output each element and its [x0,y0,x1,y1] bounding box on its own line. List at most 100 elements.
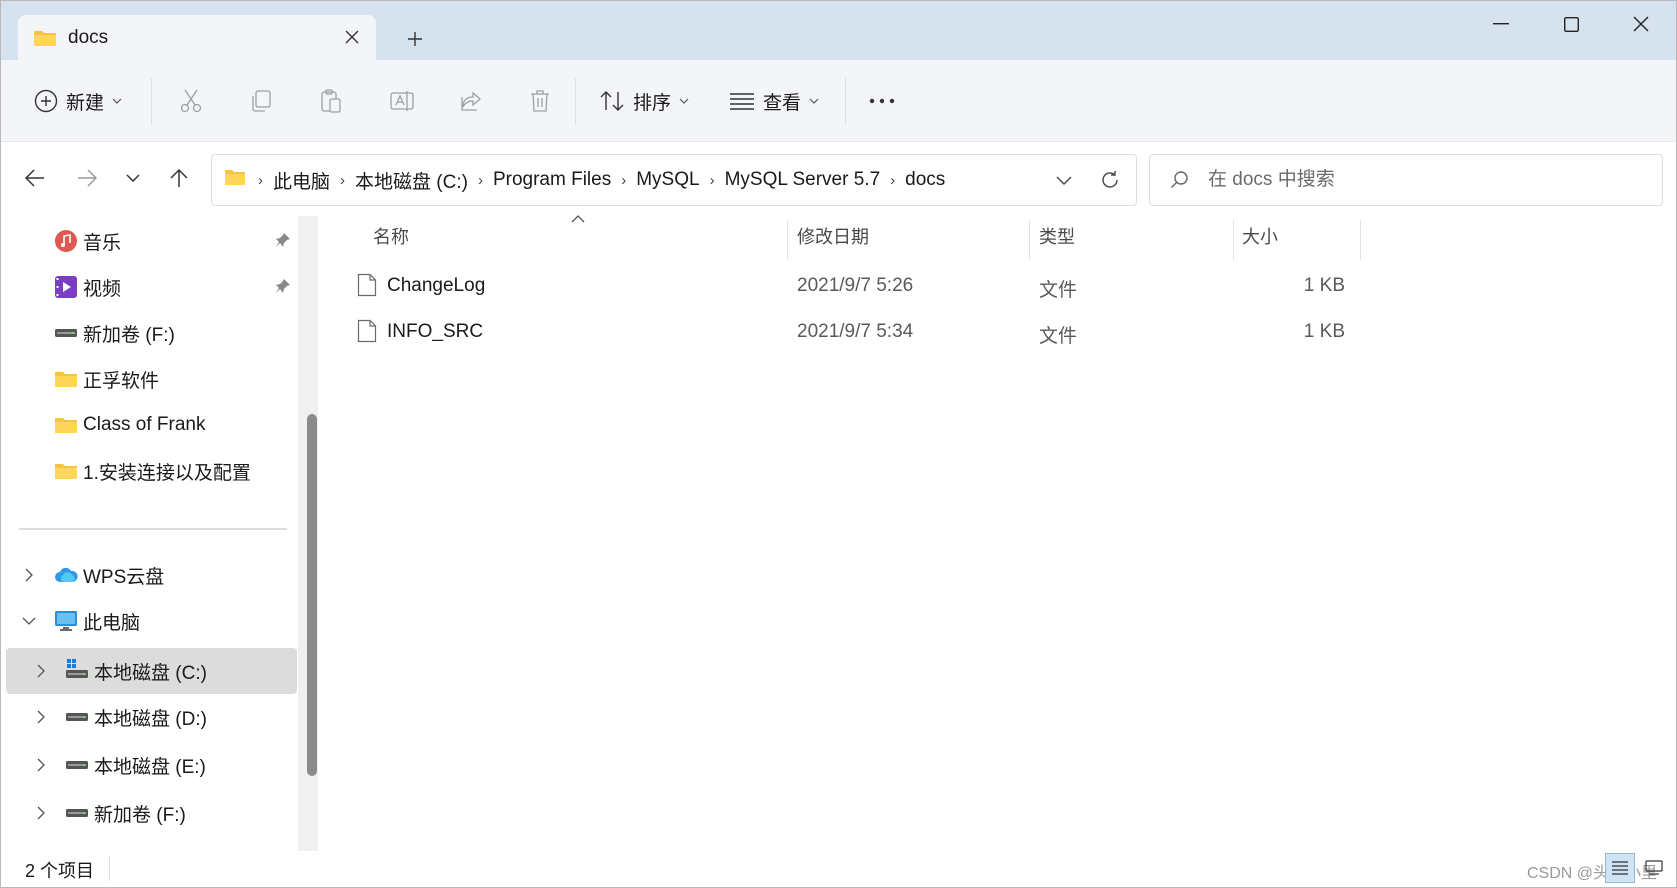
column-header-date[interactable]: 修改日期 [797,216,1017,256]
paste-button[interactable] [319,82,343,120]
sidebar-item-music[interactable]: 音乐 [1,218,297,264]
breadcrumb-chevron-icon: › [621,171,627,189]
sidebar-scrollbar-thumb[interactable] [307,414,317,776]
column-divider[interactable] [1029,220,1030,260]
folder-icon [53,458,79,484]
recent-locations-chevron-icon[interactable] [115,160,151,196]
view-button-label: 查看 [763,92,802,114]
maximize-icon[interactable] [1541,7,1601,41]
column-header-label: 类型 [1039,227,1075,247]
file-row[interactable]: INFO_SRC 2021/9/7 5:34 文件 1 KB [325,308,1355,354]
trash-icon [531,90,549,112]
sidebar-item-drive-e[interactable]: 本地磁盘 (E:) [1,742,297,788]
status-bar: 2 个项目 CSDN @头基小里 [1,851,1676,887]
share-icon [461,91,481,111]
watermark-text: CSDN @头基小里 [1527,865,1658,882]
breadcrumb-chevron-icon: › [709,171,715,189]
file-row[interactable]: ChangeLog 2021/9/7 5:26 文件 1 KB [325,262,1355,308]
column-divider[interactable] [1233,220,1234,260]
search-box[interactable] [1149,154,1663,206]
sidebar-item-label: 1.安装连接以及配置 [83,462,251,484]
view-button[interactable]: 查看 [729,82,819,120]
sidebar-item-drive-c[interactable]: 本地磁盘 (C:) [6,648,297,694]
details-view-icon[interactable] [1605,853,1635,883]
sidebar-item-install-config[interactable]: 1.安装连接以及配置 [1,448,297,494]
chevron-down-icon [679,98,689,104]
minimize-icon[interactable] [1471,7,1531,41]
scissors-icon [180,89,202,113]
tab-close-icon[interactable] [339,24,365,50]
breadcrumb-program-files[interactable]: Program Files [493,169,611,191]
new-button[interactable]: 新建 [34,82,122,120]
column-header-label: 修改日期 [797,227,869,247]
file-size: 1 KB [1303,275,1345,296]
column-divider[interactable] [1360,220,1361,260]
sidebar-item-zhengfu[interactable]: 正孚软件 [1,356,297,402]
address-bar[interactable]: › 此电脑 › 本地磁盘 (C:) › Program Files › MySQ… [211,154,1137,206]
clipboard-icon [321,89,341,113]
file-icon [357,273,377,303]
folder-icon [53,366,79,392]
back-arrow-icon[interactable] [17,160,53,196]
item-count: 2 个项目 [25,861,95,881]
folder-icon [53,412,79,438]
sidebar-item-class-of-frank[interactable]: Class of Frank [1,402,297,448]
cut-button[interactable] [179,82,203,120]
chevron-right-icon[interactable] [33,709,49,725]
pin-icon[interactable] [275,278,291,300]
chevron-down-icon [112,98,122,104]
sidebar-item-label: Class of Frank [83,414,206,435]
sort-button[interactable]: 排序 [599,82,689,120]
column-header-type[interactable]: 类型 [1039,216,1219,256]
search-input[interactable] [1208,165,1628,195]
breadcrumb-docs[interactable]: docs [905,169,945,191]
sidebar-item-wps-cloud[interactable]: WPS云盘 [1,552,297,598]
refresh-icon[interactable] [1092,163,1128,197]
sort-arrows-icon [600,91,624,111]
chevron-right-icon[interactable] [33,757,49,773]
thumbnail-view-icon[interactable] [1639,853,1669,883]
command-bar: 新建 排序 查看 [1,60,1676,142]
sidebar-item-volume-f[interactable]: 新加卷 (F:) [1,310,297,356]
plus-circle-icon [34,89,58,113]
column-header-label: 大小 [1242,227,1278,247]
folder-icon [224,168,246,192]
tab-docs[interactable]: docs [18,15,376,61]
column-header-label: 名称 [373,227,409,247]
file-name: ChangeLog [387,275,486,296]
sidebar-item-label: 本地磁盘 (D:) [94,708,207,730]
breadcrumb-drive-c[interactable]: 本地磁盘 (C:) [355,167,468,194]
chevron-right-icon[interactable] [33,805,49,821]
up-arrow-icon[interactable] [161,160,197,196]
column-divider[interactable] [787,220,788,260]
chevron-down-icon[interactable] [21,613,37,629]
sidebar-item-videos[interactable]: 视频 [1,264,297,310]
sidebar-item-volume-f-tree[interactable]: 新加卷 (F:) [1,790,297,836]
address-dropdown-chevron-icon[interactable] [1046,163,1082,197]
drive-icon [64,704,90,730]
sidebar-item-drive-d[interactable]: 本地磁盘 (D:) [1,694,297,740]
file-explorer-window: docs 新建 排序 查看 › 此电脑 › 本地磁盘 (C:) › Progra… [0,0,1677,888]
drive-icon [53,320,79,346]
new-tab-plus-icon[interactable] [399,23,431,55]
copy-button[interactable] [249,82,273,120]
delete-button[interactable] [529,82,551,120]
toolbar-divider [845,78,846,124]
pin-icon[interactable] [275,232,291,254]
chevron-down-icon [809,98,819,104]
column-header-size[interactable]: 大小 [1242,216,1352,256]
forward-arrow-icon[interactable] [69,160,105,196]
breadcrumb-this-pc[interactable]: 此电脑 [273,167,330,194]
close-icon[interactable] [1611,7,1671,41]
sidebar-item-this-pc[interactable]: 此电脑 [1,598,297,644]
title-bar: docs [1,1,1676,61]
breadcrumb-mysql-server[interactable]: MySQL Server 5.7 [725,169,881,191]
column-header-name[interactable]: 名称 [373,216,673,256]
more-options-button[interactable] [869,82,895,120]
chevron-right-icon[interactable] [21,567,37,583]
breadcrumb-mysql[interactable]: MySQL [636,169,699,191]
share-button[interactable] [459,82,483,120]
chevron-right-icon[interactable] [33,663,49,679]
rename-button[interactable] [389,82,415,120]
sidebar-item-label: 本地磁盘 (C:) [94,662,207,684]
